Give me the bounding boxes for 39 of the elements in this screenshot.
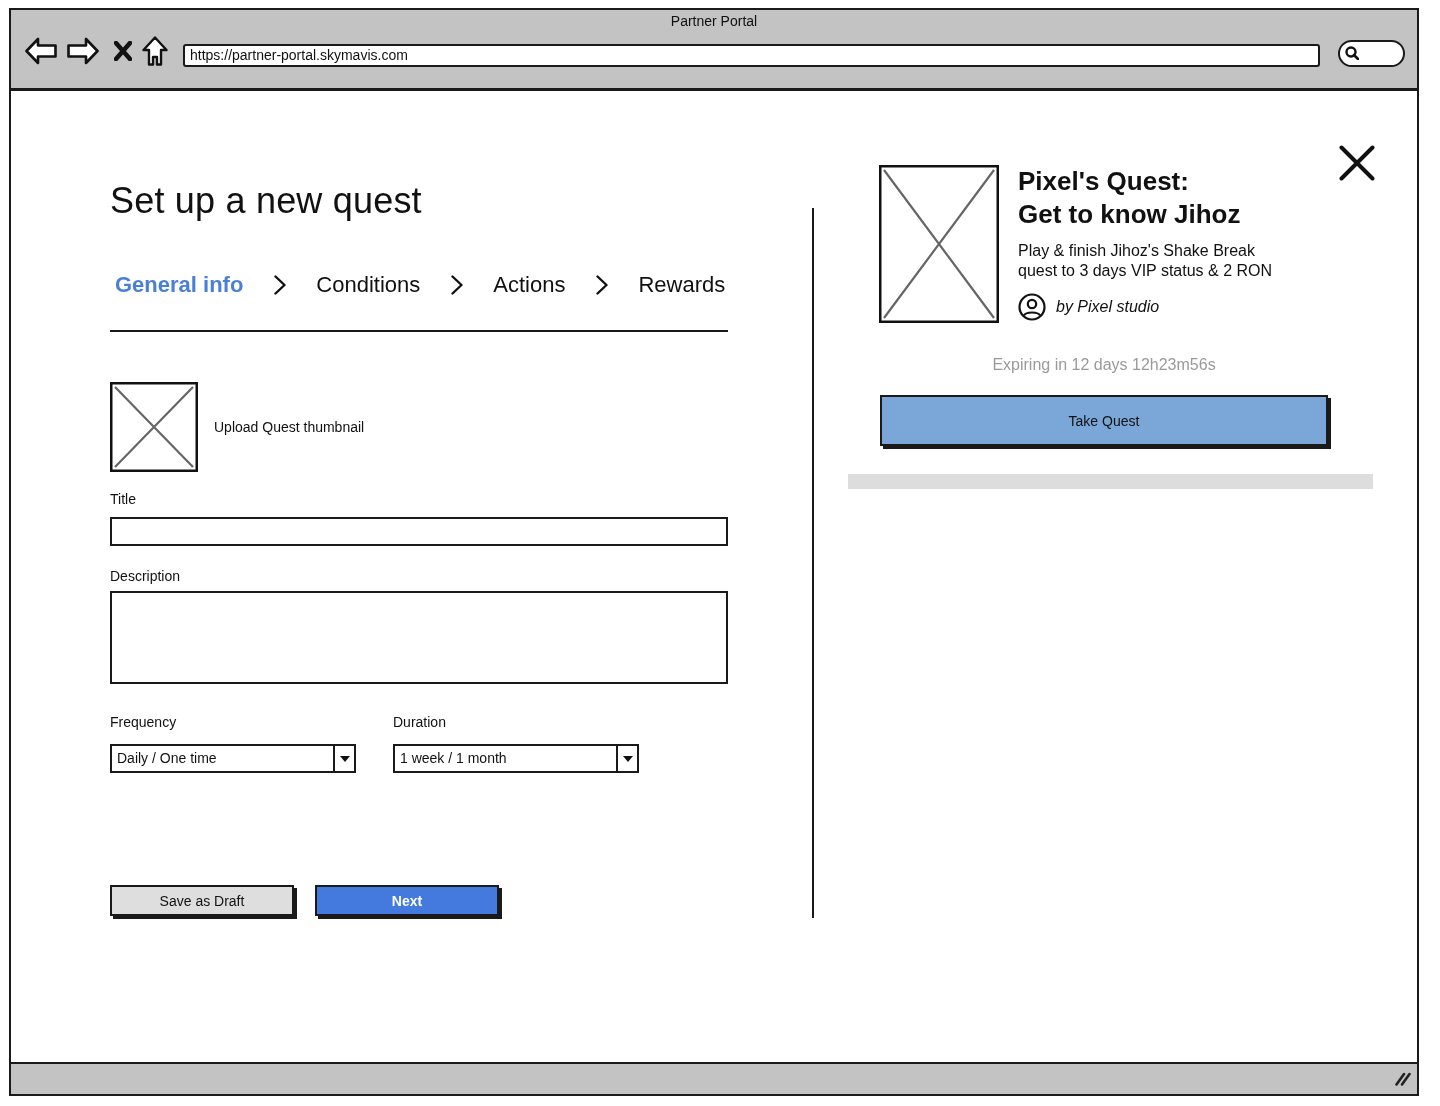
dropdown[interactable]: Daily / One time: [110, 744, 356, 773]
search-field[interactable]: [1338, 39, 1405, 67]
chevron-right-icon: [451, 275, 464, 295]
window-title: Partner Portal: [670, 12, 758, 30]
field-label: Duration: [393, 713, 446, 731]
page-heading: Set up a new quest: [110, 179, 422, 223]
close-button[interactable]: [1339, 145, 1375, 181]
field-label: Frequency: [110, 713, 177, 731]
home-icon[interactable]: [142, 36, 168, 66]
close-icon: [1339, 145, 1375, 181]
search-icon: [1345, 46, 1359, 60]
user-icon: [1018, 293, 1046, 321]
caret-icon: [622, 755, 633, 762]
step-tab[interactable]: Actions: [493, 270, 566, 300]
field-label: Title: [110, 490, 136, 508]
expiry-text: Expiring in 12 days 12h23m56s: [991, 355, 1217, 375]
dropdown[interactable]: 1 week / 1 month: [393, 744, 639, 773]
upload-label: Upload Quest thumbnail: [214, 418, 365, 436]
url-field[interactable]: https://partner-portal.skymavis.com: [183, 43, 1320, 67]
take-quest-button[interactable]: Take Quest: [880, 395, 1328, 446]
image-placeholder[interactable]: [110, 382, 198, 472]
text-input-field[interactable]: [110, 517, 728, 546]
quest-title: Pixel's Quest: Get to know Jihoz: [1018, 165, 1241, 231]
author-name: by Pixel studio: [1056, 297, 1160, 317]
back-arrow-icon[interactable]: [25, 37, 57, 65]
forward-arrow-icon[interactable]: [67, 37, 99, 65]
step-tab[interactable]: Rewards: [638, 270, 726, 300]
next-button[interactable]: Next: [315, 885, 499, 916]
resize-grip-icon[interactable]: [1395, 1072, 1411, 1086]
step-tab[interactable]: General info: [115, 270, 244, 300]
close-icon[interactable]: [114, 41, 132, 61]
save-draft-button[interactable]: Save as Draft: [110, 885, 294, 916]
caret-icon: [339, 755, 350, 762]
step-tab[interactable]: Conditions: [316, 270, 421, 300]
chevron-right-icon: [596, 275, 609, 295]
textarea-field[interactable]: [110, 591, 728, 684]
field-label: Description: [110, 567, 181, 585]
chevron-right-icon: [274, 275, 287, 295]
quest-description: Play & finish Jihoz's Shake Break quest to 3 days VIP status & 2 RON: [1018, 241, 1274, 281]
